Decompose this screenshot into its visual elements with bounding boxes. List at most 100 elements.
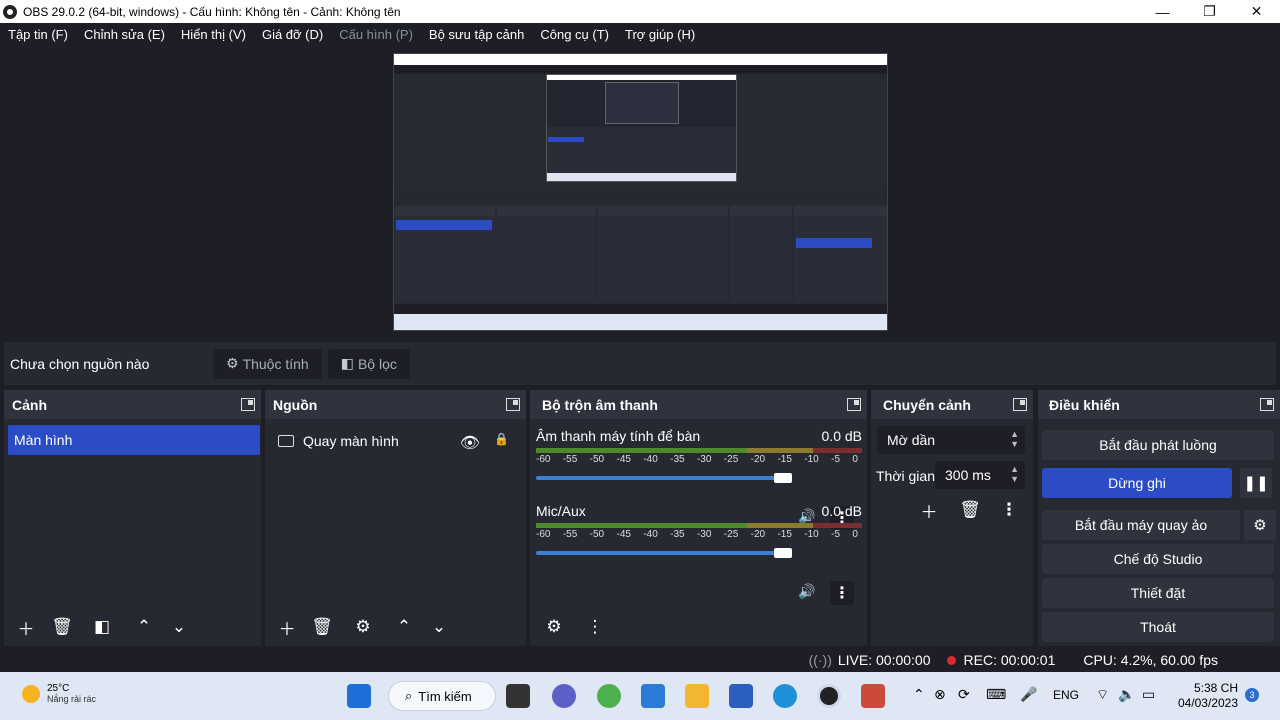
minimize-button[interactable]: — xyxy=(1139,0,1186,23)
volume-icon[interactable]: 🔈 xyxy=(1118,686,1135,703)
lock-icon[interactable]: 🔒 xyxy=(494,432,509,446)
clock-date: 04/03/2023 xyxy=(1177,696,1238,710)
microphone-icon[interactable]: 🎤 xyxy=(1020,686,1037,703)
chat-icon[interactable] xyxy=(552,684,576,708)
chevron-updown-icon: ▲ ▼ xyxy=(1010,429,1019,449)
scene-list-item[interactable]: Màn hình xyxy=(8,425,260,455)
move-source-down-button[interactable]: ⌄ xyxy=(423,613,455,641)
windows-start-icon[interactable] xyxy=(347,684,371,708)
undock-icon[interactable] xyxy=(506,398,520,411)
app-icon[interactable] xyxy=(597,684,621,708)
rec-status: REC: 00:00:01 xyxy=(946,652,1055,668)
add-source-button[interactable]: ＋ xyxy=(271,613,303,641)
menu-edit[interactable]: Chỉnh sửa (E) xyxy=(76,27,173,42)
task-view-icon[interactable] xyxy=(506,684,530,708)
clock[interactable]: 5:38 CH 04/03/2023 xyxy=(1172,681,1238,711)
add-transition-button[interactable]: ＋ xyxy=(913,496,945,524)
stop-recording-button[interactable]: Dừng ghi xyxy=(1042,468,1232,498)
volume-slider[interactable] xyxy=(536,471,796,485)
scene-filters-button[interactable]: ◧ xyxy=(86,613,118,641)
monitor-icon xyxy=(278,435,294,447)
duration-spinbox[interactable]: 300 ms ▲ ▼ xyxy=(935,461,1025,489)
exit-button[interactable]: Thoát xyxy=(1042,612,1274,642)
transitions-dock: Chuyển cảnh Mờ dần ▲ ▼ Thời gian 300 ms ▲… xyxy=(871,390,1033,646)
store-icon[interactable] xyxy=(729,684,753,708)
keyboard-icon[interactable]: ⌨ xyxy=(986,686,1006,703)
remove-transition-button[interactable]: 🗑 xyxy=(954,496,986,524)
temperature: 25°C xyxy=(47,683,70,694)
remove-source-button[interactable]: 🗑 xyxy=(306,613,338,641)
maximize-button[interactable]: ❐ xyxy=(1186,0,1233,23)
menu-docks[interactable]: Giá đỡ (D) xyxy=(254,27,331,42)
preview-canvas[interactable] xyxy=(393,53,888,331)
move-source-up-button[interactable]: ⌃ xyxy=(388,613,420,641)
close-button[interactable]: ✕ xyxy=(1233,0,1280,23)
filters-button[interactable]: ◧ Bộ lọc xyxy=(327,348,410,379)
gear-icon: ⚙ xyxy=(226,355,239,371)
undock-icon[interactable] xyxy=(1013,398,1027,411)
speaker-icon[interactable]: 🔊 xyxy=(798,583,815,600)
pause-recording-button[interactable]: ❚❚ xyxy=(1240,468,1272,498)
scenes-dock: Cảnh Màn hình ＋ 🗑 ◧ ⌃ ⌄ xyxy=(4,390,261,646)
studio-mode-button[interactable]: Chế độ Studio xyxy=(1042,544,1274,574)
undock-icon[interactable] xyxy=(1260,398,1274,411)
start-streaming-button[interactable]: Bắt đầu phát luồng xyxy=(1042,430,1274,460)
start-virtual-camera-button[interactable]: Bắt đầu máy quay ảo xyxy=(1042,510,1240,540)
scenes-title: Cảnh xyxy=(12,396,47,413)
meter-ticks: -60 -55 -50 -45 -40 -35 -30 -25 -20 -15 -10 -5 0 xyxy=(536,454,858,465)
menu-scene-collection[interactable]: Bộ sưu tập cảnh xyxy=(421,27,532,42)
live-status: ((·)) LIVE: 00:00:00 xyxy=(808,652,931,668)
no-source-label: Chưa chọn nguồn nào xyxy=(10,355,150,372)
volume-slider[interactable] xyxy=(536,546,796,560)
add-scene-button[interactable]: ＋ xyxy=(10,613,42,641)
notification-badge[interactable]: 3 xyxy=(1245,688,1259,702)
mixer-menu-button[interactable]: ⋮ xyxy=(579,613,611,641)
app-2-icon[interactable] xyxy=(861,684,885,708)
remove-scene-button[interactable]: 🗑 xyxy=(46,613,78,641)
wifi-icon[interactable]: ⌔ xyxy=(1096,686,1109,704)
menu-file[interactable]: Tập tin (F) xyxy=(0,27,76,42)
volume-meter xyxy=(536,523,862,528)
broadcast-icon: ((·)) xyxy=(808,652,832,668)
mixer-dock-header: Bộ trộn âm thanh xyxy=(530,390,867,419)
transitions-dock-header: Chuyển cảnh xyxy=(871,390,1033,419)
taskbar-search[interactable]: ⌕ Tìm kiếm xyxy=(388,681,496,711)
weather-widget[interactable]: 25°C Nắng rải rác xyxy=(22,683,96,704)
battery-icon[interactable]: ▭ xyxy=(1142,686,1155,703)
visibility-eye-icon[interactable]: 👁 xyxy=(460,433,480,453)
source-properties-button[interactable]: ⚙ xyxy=(347,613,379,641)
channel-level: 0.0 dB xyxy=(821,428,862,444)
tray-app-icon[interactable]: ⊗ xyxy=(934,686,946,703)
source-name: Quay màn hình xyxy=(303,433,399,449)
sources-footer: ＋ 🗑 ⚙ ⌃ ⌄ xyxy=(265,608,526,646)
menu-view[interactable]: Hiển thị (V) xyxy=(173,27,254,42)
mail-icon[interactable] xyxy=(641,684,665,708)
file-explorer-icon[interactable] xyxy=(685,684,709,708)
source-list-item[interactable]: Quay màn hình 👁 🔒 xyxy=(273,429,513,453)
transition-menu-button[interactable]: ⋮ xyxy=(993,496,1025,524)
meter-ticks: -60 -55 -50 -45 -40 -35 -30 -25 -20 -15 -10 -5 0 xyxy=(536,529,858,540)
audio-mixer-dock: Bộ trộn âm thanh Âm thanh máy tính để bà… xyxy=(530,390,867,646)
source-toolbar: Chưa chọn nguồn nào ⚙ Thuộc tính ◧ Bộ lọ… xyxy=(4,342,1276,385)
properties-button[interactable]: ⚙ Thuộc tính xyxy=(213,348,322,379)
undock-icon[interactable] xyxy=(241,398,255,411)
menu-help[interactable]: Trợ giúp (H) xyxy=(617,27,703,42)
menu-tools[interactable]: Công cụ (T) xyxy=(532,27,617,42)
sync-icon[interactable]: ⟳ xyxy=(958,686,970,703)
settings-button[interactable]: Thiết đặt xyxy=(1042,578,1274,608)
advanced-audio-settings-button[interactable]: ⚙ xyxy=(538,613,570,641)
move-scene-up-button[interactable]: ⌃ xyxy=(128,613,160,641)
channel-menu-button[interactable]: ⋮ xyxy=(830,581,854,605)
language-indicator[interactable]: ENG xyxy=(1053,688,1079,702)
move-scene-down-button[interactable]: ⌄ xyxy=(163,613,195,641)
menu-profile[interactable]: Cấu hình (P) xyxy=(331,27,421,42)
weather-text: Nắng rải rác xyxy=(47,694,97,704)
obs-taskbar-icon[interactable] xyxy=(817,684,841,708)
edge-icon[interactable] xyxy=(773,684,797,708)
channel-level: 0.0 dB xyxy=(821,503,862,519)
sources-dock-header: Nguồn xyxy=(265,390,526,419)
transition-select[interactable]: Mờ dần ▲ ▼ xyxy=(877,426,1025,454)
virtual-camera-settings-button[interactable]: ⚙ xyxy=(1244,510,1276,540)
chevron-up-icon[interactable]: ⌃ xyxy=(913,686,925,703)
undock-icon[interactable] xyxy=(847,398,861,411)
